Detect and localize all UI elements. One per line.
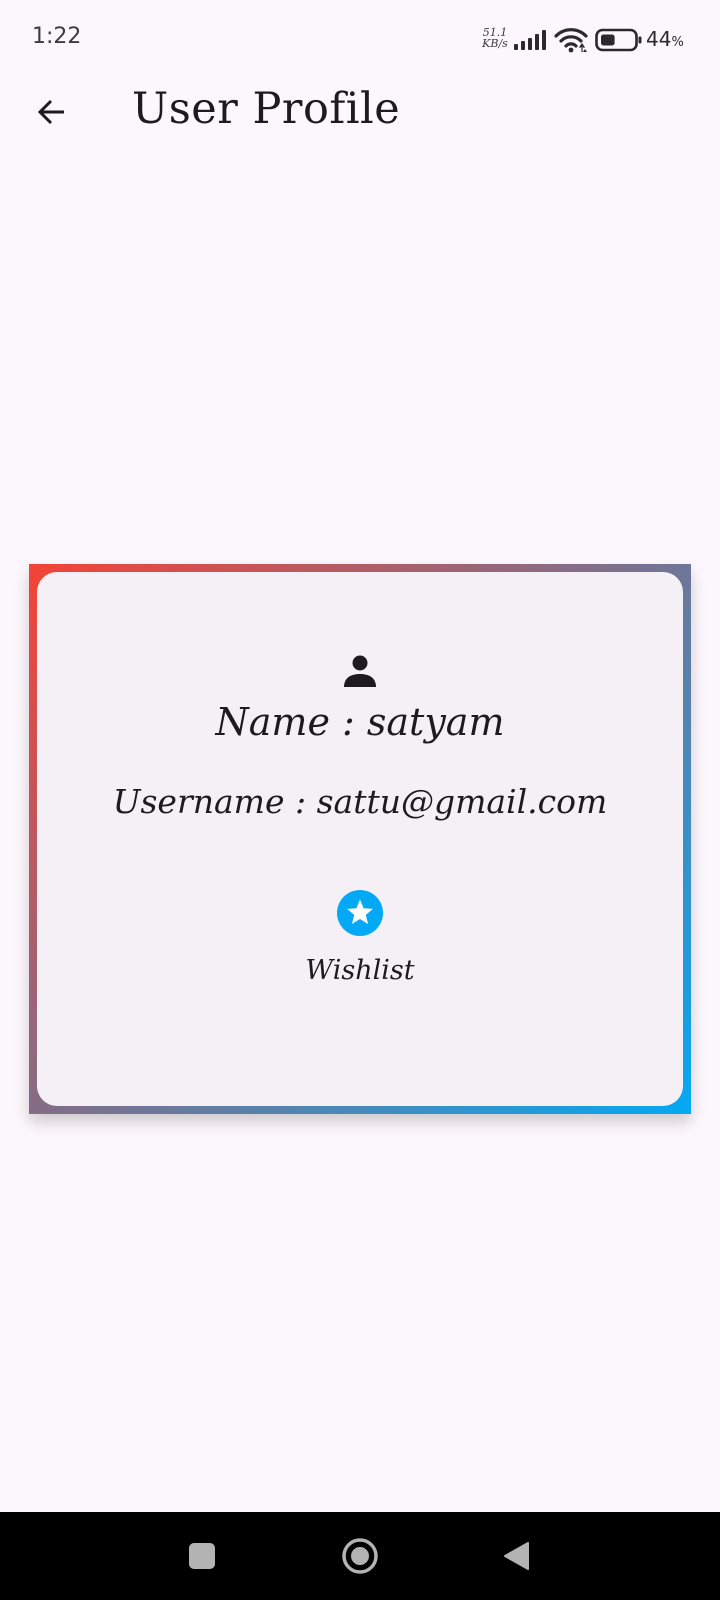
arrow-back-icon (37, 99, 64, 125)
recents-button[interactable] (178, 1532, 226, 1580)
battery-percentage: 44% (646, 27, 684, 51)
wifi-icon (554, 28, 588, 53)
system-back-button[interactable] (492, 1532, 540, 1580)
profile-name: Name : satyam (215, 700, 505, 744)
page-title: User Profile (132, 84, 401, 134)
status-bar: 1:22 51.1 KB/s 44% (0, 0, 720, 80)
system-navigation-bar (0, 1512, 720, 1600)
wishlist-button[interactable]: Wishlist (285, 890, 435, 1000)
signal-icon (514, 30, 546, 50)
back-triangle-icon (504, 1542, 529, 1570)
person-icon (344, 655, 376, 687)
battery-percent-value: 44 (646, 27, 672, 51)
recents-square-icon (189, 1543, 215, 1569)
network-speed-unit: KB/s (482, 37, 508, 50)
back-button[interactable] (28, 88, 76, 136)
battery-percent-unit: % (671, 35, 684, 50)
profile-card: Name : satyam Username : sattu@gmail.com… (29, 564, 691, 1114)
home-button[interactable] (336, 1532, 384, 1580)
profile-username: Username : sattu@gmail.com (112, 782, 608, 821)
network-speed: 51.1 KB/s (478, 27, 512, 49)
star-circle-icon (337, 890, 383, 936)
profile-card-body: Name : satyam Username : sattu@gmail.com… (37, 572, 683, 1106)
status-time: 1:22 (32, 24, 82, 49)
home-circle-icon (342, 1538, 378, 1574)
wishlist-label: Wishlist (305, 955, 415, 986)
battery-icon (595, 28, 642, 52)
app-bar: User Profile (0, 80, 720, 144)
